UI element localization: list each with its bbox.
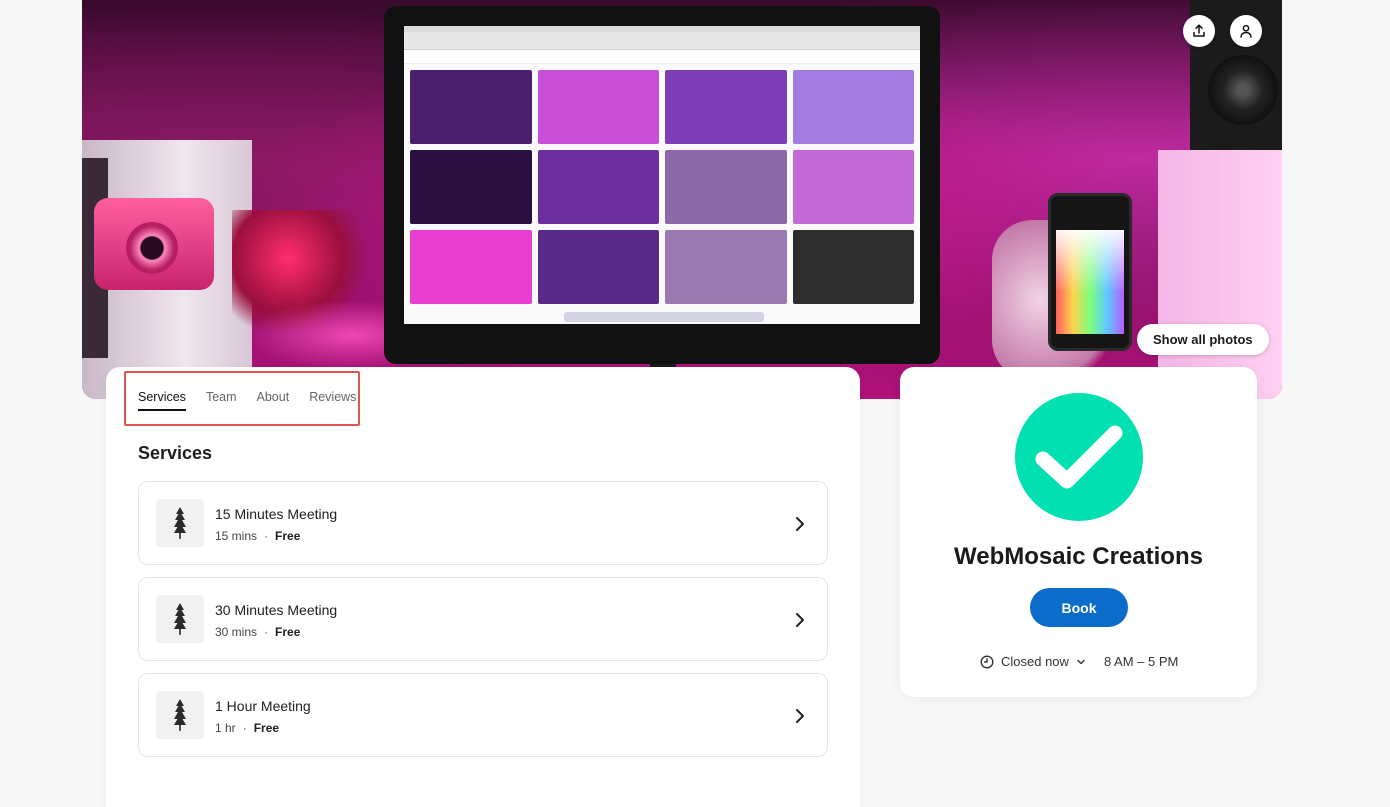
- chevron-right-icon: [793, 706, 807, 726]
- tab-team[interactable]: Team: [206, 390, 237, 411]
- hero-photo: [82, 0, 1282, 399]
- service-thumbnail: [156, 691, 204, 739]
- separator-dot: ·: [264, 529, 269, 543]
- share-button[interactable]: [1183, 15, 1215, 47]
- user-account-button[interactable]: [1230, 15, 1262, 47]
- checkmark-icon: [1035, 425, 1123, 489]
- hero-banner: Show all photos: [82, 0, 1282, 399]
- service-meta: 1 hr · Free: [215, 721, 279, 735]
- show-all-photos-button[interactable]: Show all photos: [1137, 324, 1269, 355]
- business-name: WebMosaic Creations: [954, 543, 1203, 570]
- camera-image: [94, 198, 214, 290]
- chevron-right-icon: [793, 514, 807, 534]
- tab-services[interactable]: Services: [138, 390, 186, 411]
- service-name: 1 Hour Meeting: [215, 698, 311, 714]
- business-hours: Closed now 8 AM – 5 PM: [980, 654, 1178, 669]
- service-item[interactable]: 30 Minutes Meeting 30 mins · Free: [138, 577, 828, 661]
- service-meta: 15 mins · Free: [215, 529, 300, 543]
- tree-icon: [174, 603, 186, 635]
- service-item[interactable]: 1 Hour Meeting 1 hr · Free: [138, 673, 828, 757]
- clock-icon: [980, 654, 994, 669]
- service-name: 30 Minutes Meeting: [215, 602, 338, 618]
- service-meta: 30 mins · Free: [215, 625, 300, 639]
- business-logo: [1015, 393, 1143, 521]
- services-card: Services Team About Reviews Services 15 …: [106, 367, 860, 807]
- open-status: Closed now: [1001, 654, 1069, 669]
- service-duration: 1 hr: [215, 721, 236, 735]
- separator-dot: ·: [242, 721, 247, 735]
- service-name: 15 Minutes Meeting: [215, 506, 338, 522]
- user-icon: [1240, 24, 1252, 38]
- service-thumbnail: [156, 499, 204, 547]
- hours-range: 8 AM – 5 PM: [1103, 654, 1179, 669]
- service-duration: 30 mins: [215, 625, 258, 639]
- chevron-down-icon: [1077, 659, 1085, 664]
- hours-dropdown[interactable]: Closed now: [980, 654, 1086, 669]
- separator-dot: ·: [264, 625, 269, 639]
- business-info-card: WebMosaic Creations Book Closed now 8 AM…: [900, 367, 1257, 697]
- tab-reviews[interactable]: Reviews: [309, 390, 356, 411]
- service-price: Free: [275, 625, 301, 639]
- tree-icon: [174, 507, 186, 539]
- service-price: Free: [275, 529, 301, 543]
- monitor-image: [384, 6, 940, 364]
- book-button[interactable]: Book: [1030, 588, 1128, 627]
- tab-about[interactable]: About: [257, 390, 290, 411]
- services-heading: Services: [138, 443, 213, 463]
- tree-icon: [174, 699, 186, 731]
- share-icon: [1193, 24, 1205, 37]
- service-item[interactable]: 15 Minutes Meeting 15 mins · Free: [138, 481, 828, 565]
- service-thumbnail: [156, 595, 204, 643]
- service-price: Free: [253, 721, 280, 735]
- tab-bar: Services Team About Reviews: [138, 390, 356, 411]
- service-duration: 15 mins: [215, 529, 258, 543]
- chevron-right-icon: [793, 610, 807, 630]
